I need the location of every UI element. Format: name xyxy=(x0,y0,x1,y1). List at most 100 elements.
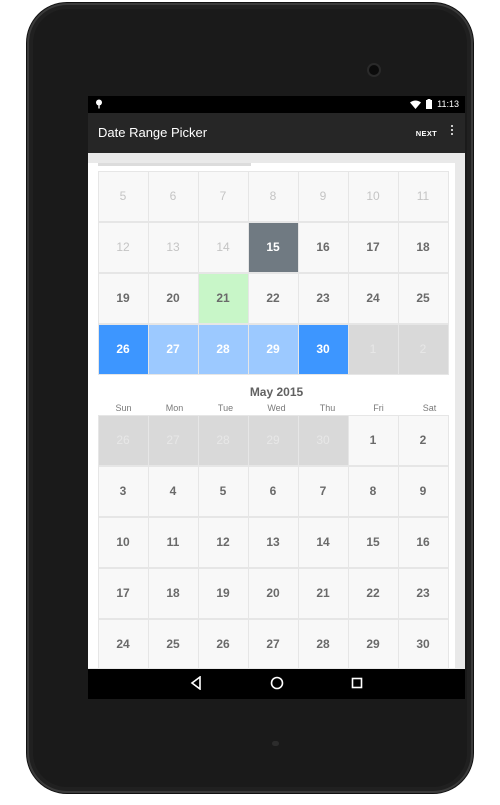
day-of-week-label: Wed xyxy=(267,403,286,413)
tablet-device: 11:13 Date Range Picker NEXT 5 6 7 8 9 10 11 12… xyxy=(27,3,473,793)
day-cell[interactable]: 30 xyxy=(297,323,349,375)
calendar-week-row: 17 18 19 20 21 22 23 xyxy=(97,567,455,619)
day-cell[interactable]: 7 xyxy=(197,170,249,222)
day-cell[interactable]: 28 xyxy=(197,323,249,375)
calendar-week-row: 12 13 14 15 16 17 18 xyxy=(97,221,455,273)
next-button[interactable]: NEXT xyxy=(416,129,437,138)
calendar-week-row: 19 20 21 22 23 24 25 xyxy=(97,272,455,324)
app-bar: Date Range Picker NEXT xyxy=(88,113,465,153)
april-weeks: 5 6 7 8 9 10 11 12 13 14 15 16 17 18 19 20 21 22 23 24 25 26 2… xyxy=(97,170,455,375)
day-cell[interactable]: 3 xyxy=(97,465,149,517)
day-cell: 27 xyxy=(147,414,199,466)
screen: 11:13 Date Range Picker NEXT 5 6 7 8 9 10 11 12… xyxy=(88,96,465,699)
day-cell[interactable]: 9 xyxy=(297,170,349,222)
recents-square-icon[interactable] xyxy=(351,676,363,690)
day-cell[interactable]: 24 xyxy=(97,618,149,668)
day-cell[interactable]: 14 xyxy=(297,516,349,568)
calendar-week-row: 26 27 28 29 30 1 2 xyxy=(97,414,455,466)
overflow-menu-icon[interactable] xyxy=(449,125,455,139)
day-cell[interactable]: 17 xyxy=(347,221,399,273)
may-weeks: 26 27 28 29 30 1 2 3 4 5 6 7 8 9 10 11 12 13 14 15 16 17 18 19 2… xyxy=(97,414,455,668)
day-of-week-label: Sun xyxy=(115,403,132,413)
day-cell[interactable]: 8 xyxy=(247,170,299,222)
day-of-week-label: Mon xyxy=(165,403,184,413)
day-of-week-label: Sat xyxy=(422,403,437,413)
day-cell[interactable]: 5 xyxy=(97,170,149,222)
day-cell[interactable]: 10 xyxy=(347,170,399,222)
day-cell[interactable]: 27 xyxy=(247,618,299,668)
calendar-week-row: 26 27 28 29 30 1 2 xyxy=(97,323,455,375)
day-cell: 28 xyxy=(197,414,249,466)
day-cell[interactable]: 12 xyxy=(197,516,249,568)
day-cell[interactable]: 1 xyxy=(347,414,399,466)
battery-icon xyxy=(426,99,433,109)
status-icons: 11:13 xyxy=(410,99,459,109)
day-cell[interactable]: 21 xyxy=(297,567,349,619)
day-cell[interactable]: 22 xyxy=(247,272,299,324)
day-cell[interactable]: 2 xyxy=(397,414,449,466)
day-cell[interactable]: 27 xyxy=(147,323,199,375)
day-cell: 30 xyxy=(297,414,349,466)
day-cell[interactable]: 20 xyxy=(147,272,199,324)
day-cell[interactable]: 11 xyxy=(147,516,199,568)
day-cell[interactable]: 20 xyxy=(247,567,299,619)
day-cell[interactable]: 15 xyxy=(247,221,299,273)
status-time: 11:13 xyxy=(437,99,459,109)
day-cell[interactable]: 17 xyxy=(97,567,149,619)
front-camera xyxy=(369,65,379,75)
day-cell[interactable]: 6 xyxy=(247,465,299,517)
day-cell[interactable]: 26 xyxy=(197,618,249,668)
day-cell[interactable]: 18 xyxy=(397,221,449,273)
day-cell[interactable]: 28 xyxy=(297,618,349,668)
day-cell[interactable]: 14 xyxy=(197,221,249,273)
day-cell[interactable]: 25 xyxy=(397,272,449,324)
day-cell[interactable]: 30 xyxy=(397,618,449,668)
day-cell[interactable]: 19 xyxy=(197,567,249,619)
day-cell: 29 xyxy=(247,414,299,466)
day-cell[interactable]: 18 xyxy=(147,567,199,619)
day-cell[interactable]: 25 xyxy=(147,618,199,668)
calendar-card: 5 6 7 8 9 10 11 12 13 14 15 16 17 18 19 20 21 22 23 24 25 26 2… xyxy=(88,163,455,668)
day-cell[interactable]: 19 xyxy=(97,272,149,324)
day-cell[interactable]: 10 xyxy=(97,516,149,568)
home-circle-icon[interactable] xyxy=(270,676,284,690)
day-cell: 26 xyxy=(97,414,149,466)
day-cell[interactable]: 29 xyxy=(247,323,299,375)
day-cell[interactable]: 29 xyxy=(347,618,399,668)
day-cell[interactable]: 22 xyxy=(347,567,399,619)
day-of-week-label: Tue xyxy=(217,403,234,413)
day-cell[interactable]: 8 xyxy=(347,465,399,517)
day-cell[interactable]: 24 xyxy=(347,272,399,324)
day-cell[interactable]: 23 xyxy=(397,567,449,619)
navigation-bar xyxy=(88,669,465,699)
day-cell[interactable]: 16 xyxy=(297,221,349,273)
month-title: May 2015 xyxy=(249,385,304,399)
calendar-week-row: 10 11 12 13 14 15 16 xyxy=(97,516,455,568)
calendar-week-row: 24 25 26 27 28 29 30 xyxy=(97,618,455,668)
day-cell[interactable]: 21 xyxy=(197,272,249,324)
day-cell[interactable]: 16 xyxy=(397,516,449,568)
day-cell[interactable]: 7 xyxy=(297,465,349,517)
day-cell[interactable]: 13 xyxy=(147,221,199,273)
scroll-indicator xyxy=(98,163,251,166)
app-title: Date Range Picker xyxy=(98,125,208,140)
back-triangle-icon[interactable] xyxy=(190,676,202,690)
day-cell[interactable]: 13 xyxy=(247,516,299,568)
status-bar: 11:13 xyxy=(88,96,465,113)
day-cell[interactable]: 12 xyxy=(97,221,149,273)
day-cell[interactable]: 5 xyxy=(197,465,249,517)
day-cell[interactable]: 9 xyxy=(397,465,449,517)
wifi-icon xyxy=(410,100,422,109)
day-cell[interactable]: 15 xyxy=(347,516,399,568)
day-cell[interactable]: 23 xyxy=(297,272,349,324)
day-of-week-label: Thu xyxy=(319,403,336,413)
calendar-week-row: 5 6 7 8 9 10 11 xyxy=(97,170,455,222)
day-cell[interactable]: 4 xyxy=(147,465,199,517)
day-cell[interactable]: 11 xyxy=(397,170,449,222)
day-cell[interactable]: 26 xyxy=(97,323,149,375)
day-cell[interactable]: 6 xyxy=(147,170,199,222)
bottom-sensor xyxy=(272,741,279,746)
day-cell: 1 xyxy=(347,323,399,375)
calendar-week-row: 3456789 xyxy=(97,465,455,517)
day-cell: 2 xyxy=(397,323,449,375)
